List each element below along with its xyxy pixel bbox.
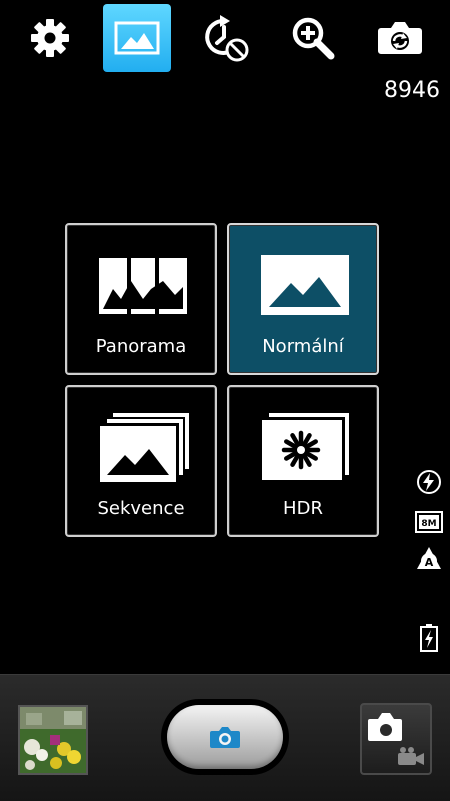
scene-mode-indicator: A [415,545,443,573]
shutter-button[interactable] [161,699,289,775]
gallery-thumbnail[interactable] [18,705,88,775]
resolution-label: 8M [421,519,436,529]
remaining-shots-counter: 8946 [384,78,440,103]
mode-panorama[interactable]: Panorama [65,223,217,375]
panorama-icon [99,258,187,314]
flash-auto-indicator [415,468,443,496]
mode-label: Panorama [95,336,187,357]
mode-normal[interactable]: Normální [227,223,379,375]
normal-photo-icon [261,255,349,315]
shooting-mode-menu: Panorama Normální Sekvence HDR [65,223,381,539]
switch-camera-icon [378,22,422,54]
shooting-mode-button[interactable] [103,4,171,72]
camera-video-toggle[interactable] [360,703,432,775]
battery-charging-icon [420,624,438,652]
flash-auto-icon [417,470,441,494]
timer-off-icon [205,15,249,62]
resolution-8m-icon: 8M [415,511,443,533]
last-photo-thumbnail [20,707,86,773]
settings-button[interactable] [16,4,84,72]
sequence-icon [100,413,189,482]
auto-label: A [425,556,434,569]
zoom-in-icon [292,17,335,60]
image-mode-icon [114,21,160,55]
shutter-face [167,705,283,769]
mode-label: Normální [262,336,344,357]
battery-indicator [415,624,443,652]
mode-hdr[interactable]: HDR [227,385,379,537]
resolution-indicator: 8M [415,508,443,536]
timer-button[interactable] [191,4,259,72]
zoom-button[interactable] [279,4,347,72]
mode-label: Sekvence [97,498,185,519]
top-toolbar [0,0,450,76]
switch-camera-button[interactable] [366,4,434,72]
bottom-controls [0,674,450,801]
shutter-camera-icon [210,727,240,748]
mode-label: HDR [283,498,323,519]
mode-sequence[interactable]: Sekvence [65,385,217,537]
auto-scene-icon: A [417,547,441,569]
gear-icon [31,19,69,57]
camera-video-switch-icon [368,713,424,765]
hdr-icon [262,413,349,480]
